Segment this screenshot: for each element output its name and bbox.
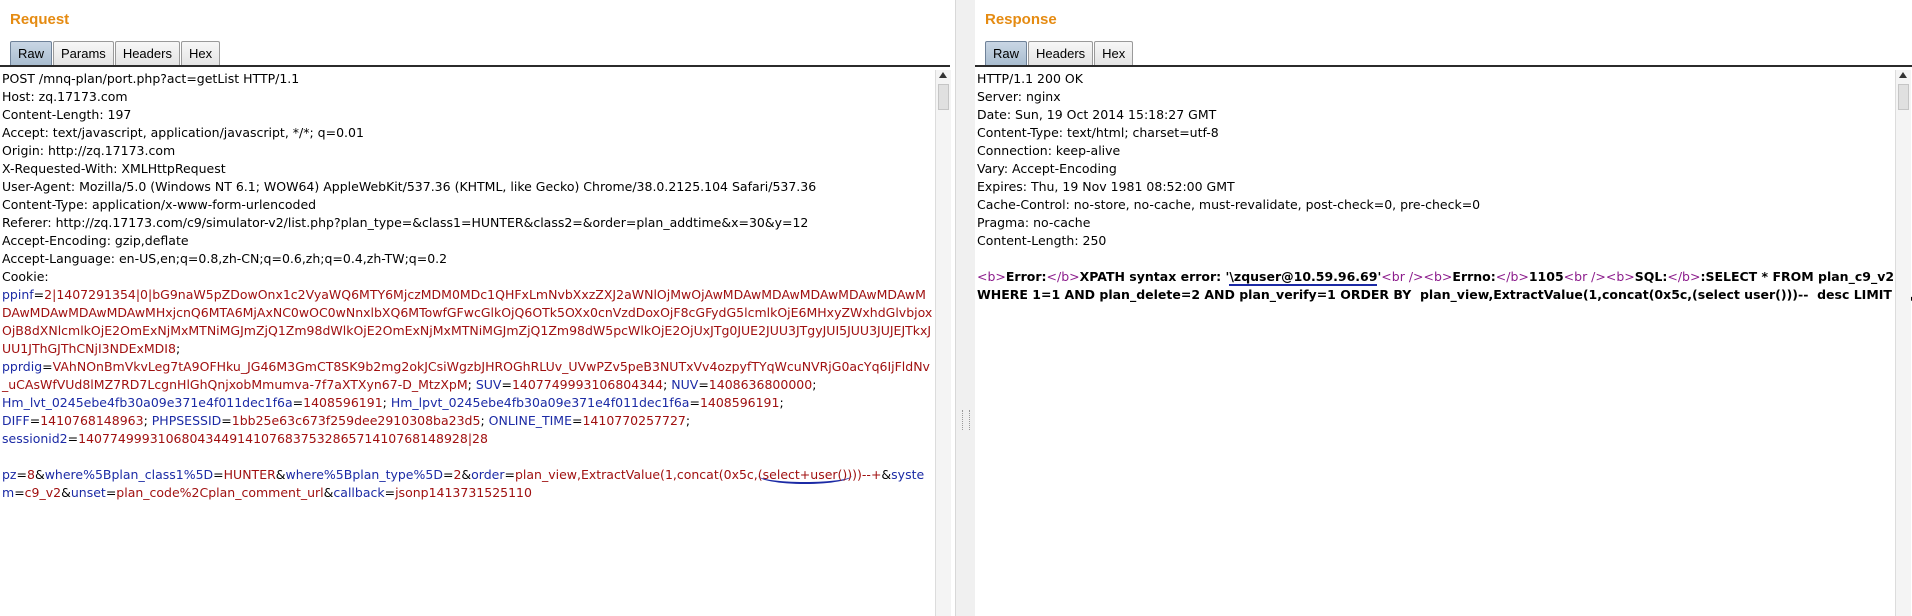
request-body: pz=8&where%5Bplan_class1%5D=HUNTER&where… <box>2 467 925 500</box>
header-line: X-Requested-With: XMLHttpRequest <box>2 161 226 176</box>
cookie-hm: Hm_lvt_0245ebe4fb30a09e371e4f011dec1f6a=… <box>2 395 784 410</box>
scroll-thumb[interactable] <box>938 84 949 110</box>
request-panel: Request Raw Params Headers Hex POST /mnq… <box>0 0 955 616</box>
header-line: Cookie: <box>2 269 49 284</box>
header-line: Accept-Language: en-US,en;q=0.8,zh-CN;q=… <box>2 251 448 266</box>
tab-headers[interactable]: Headers <box>114 41 180 66</box>
tab-hex[interactable]: Hex <box>180 41 221 66</box>
cookie-ppinf: ppinf=2|1407291354|0|bG9naW5pZDowOnx1c2V… <box>2 287 933 356</box>
panel-splitter[interactable] <box>955 0 977 616</box>
header-line: Date: Sun, 19 Oct 2014 15:18:27 GMT <box>977 107 1217 122</box>
header-line: Server: nginx <box>977 89 1061 104</box>
response-scrollbar[interactable] <box>1895 70 1911 616</box>
header-line: Origin: http://zq.17173.com <box>2 143 176 158</box>
header-line: Connection: keep-alive <box>977 143 1121 158</box>
request-tabs: Raw Params Headers Hex <box>10 41 221 66</box>
header-line: Host: zq.17173.com <box>2 89 128 104</box>
leaked-user-highlight: \zquser@10.59.96.69 <box>1229 269 1378 286</box>
header-line: Cache-Control: no-store, no-cache, must-… <box>977 197 1481 212</box>
header-line: User-Agent: Mozilla/5.0 (Windows NT 6.1;… <box>2 179 817 194</box>
tab-raw[interactable]: Raw <box>10 41 53 66</box>
header-line: Content-Type: application/x-www-form-url… <box>2 197 317 212</box>
response-editor[interactable]: HTTP/1.1 200 OK Server: nginx Date: Sun,… <box>975 70 1912 616</box>
header-line: Vary: Accept-Encoding <box>977 161 1117 176</box>
header-line: Content-Type: text/html; charset=utf-8 <box>977 125 1219 140</box>
scroll-thumb[interactable] <box>1898 84 1909 110</box>
response-panel: Response Raw Headers Hex HTTP/1.1 200 OK… <box>975 0 1912 616</box>
request-tab-rule <box>0 65 950 67</box>
scroll-up-arrow-icon[interactable] <box>1899 72 1907 78</box>
status-line: HTTP/1.1 200 OK <box>977 71 1083 86</box>
response-tab-rule <box>975 65 1912 67</box>
response-title: Response <box>985 11 1057 28</box>
header-line: Expires: Thu, 19 Nov 1981 08:52:00 GMT <box>977 179 1235 194</box>
scroll-up-arrow-icon[interactable] <box>939 72 947 78</box>
header-line: Accept: text/javascript, application/jav… <box>2 125 364 140</box>
cookie-diff: DIFF=1410768148963; PHPSESSID=1bb25e63c6… <box>2 413 691 428</box>
tab-headers[interactable]: Headers <box>1028 41 1094 66</box>
tab-raw[interactable]: Raw <box>985 41 1028 66</box>
header-line: Content-Length: 250 <box>977 233 1107 248</box>
request-editor[interactable]: POST /mnq-plan/port.php?act=getList HTTP… <box>0 70 935 616</box>
response-tabs: Raw Headers Hex <box>985 41 1134 66</box>
header-line: Accept-Encoding: gzip,deflate <box>2 233 189 248</box>
header-line: Pragma: no-cache <box>977 215 1091 230</box>
tab-params[interactable]: Params <box>53 41 114 66</box>
cookie-pprdig: pprdig=VAhNOnBmVkvLeg7tA9OFHku_JG46M3GmC… <box>2 359 930 392</box>
header-line: Referer: http://zq.17173.com/c9/simulato… <box>2 215 809 230</box>
request-scrollbar[interactable] <box>935 70 951 616</box>
request-line: POST /mnq-plan/port.php?act=getList HTTP… <box>2 71 300 86</box>
injection-highlight: (select+user()) <box>757 467 853 484</box>
request-title: Request <box>10 11 70 28</box>
response-error-line: <b>Error:</b>XPATH syntax error: '\zquse… <box>977 269 1895 286</box>
header-line: Content-Length: 197 <box>2 107 132 122</box>
cookie-sessionid2: sessionid2=14077499931068043449141076837… <box>2 431 488 446</box>
tab-hex[interactable]: Hex <box>1094 41 1134 66</box>
splitter-grip-icon[interactable] <box>962 410 970 430</box>
response-sql-line: WHERE 1=1 AND plan_delete=2 AND plan_ver… <box>977 287 1912 302</box>
